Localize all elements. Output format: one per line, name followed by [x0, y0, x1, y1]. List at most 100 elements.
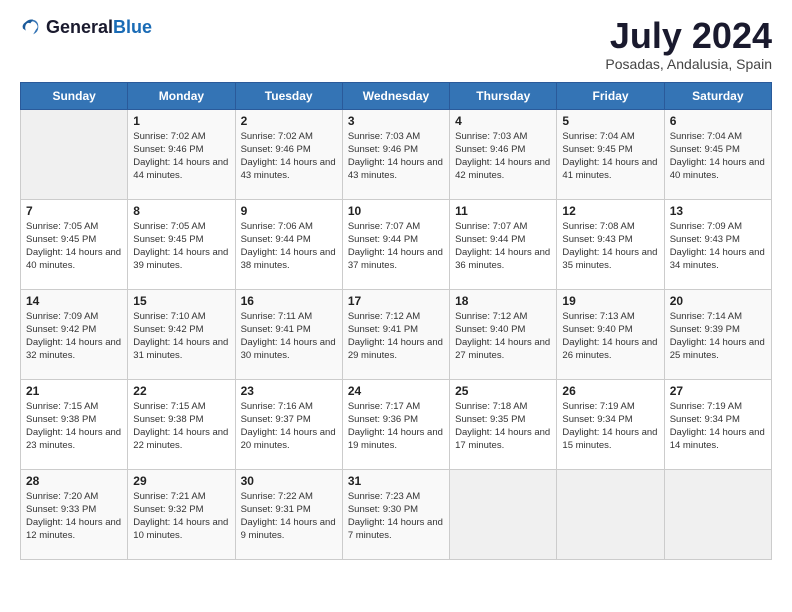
logo-general: General — [46, 17, 113, 37]
sunset-text: Sunset: 9:43 PM — [562, 234, 632, 245]
calendar-cell — [664, 469, 771, 559]
day-number: 29 — [133, 474, 229, 488]
day-info: Sunrise: 7:08 AM Sunset: 9:43 PM Dayligh… — [562, 220, 658, 273]
sunset-text: Sunset: 9:41 PM — [348, 324, 418, 335]
sunrise-text: Sunrise: 7:14 AM — [670, 311, 742, 322]
day-number: 26 — [562, 384, 658, 398]
calendar-cell: 6 Sunrise: 7:04 AM Sunset: 9:45 PM Dayli… — [664, 109, 771, 199]
sunset-text: Sunset: 9:44 PM — [455, 234, 525, 245]
calendar-cell: 9 Sunrise: 7:06 AM Sunset: 9:44 PM Dayli… — [235, 199, 342, 289]
day-number: 11 — [455, 204, 551, 218]
day-number: 1 — [133, 114, 229, 128]
day-info: Sunrise: 7:15 AM Sunset: 9:38 PM Dayligh… — [133, 400, 229, 453]
daylight-text: Daylight: 14 hours and 20 minutes. — [241, 427, 336, 451]
calendar-cell: 19 Sunrise: 7:13 AM Sunset: 9:40 PM Dayl… — [557, 289, 664, 379]
sunset-text: Sunset: 9:45 PM — [133, 234, 203, 245]
daylight-text: Daylight: 14 hours and 30 minutes. — [241, 337, 336, 361]
calendar-cell: 26 Sunrise: 7:19 AM Sunset: 9:34 PM Dayl… — [557, 379, 664, 469]
day-info: Sunrise: 7:17 AM Sunset: 9:36 PM Dayligh… — [348, 400, 444, 453]
daylight-text: Daylight: 14 hours and 43 minutes. — [241, 157, 336, 181]
day-info: Sunrise: 7:19 AM Sunset: 9:34 PM Dayligh… — [562, 400, 658, 453]
sunset-text: Sunset: 9:37 PM — [241, 414, 311, 425]
sunrise-text: Sunrise: 7:19 AM — [562, 401, 634, 412]
sunset-text: Sunset: 9:40 PM — [455, 324, 525, 335]
day-number: 16 — [241, 294, 337, 308]
day-number: 30 — [241, 474, 337, 488]
calendar-cell: 3 Sunrise: 7:03 AM Sunset: 9:46 PM Dayli… — [342, 109, 449, 199]
daylight-text: Daylight: 14 hours and 7 minutes. — [348, 517, 443, 541]
sunset-text: Sunset: 9:46 PM — [133, 144, 203, 155]
daylight-text: Daylight: 14 hours and 41 minutes. — [562, 157, 657, 181]
sunrise-text: Sunrise: 7:04 AM — [670, 131, 742, 142]
calendar-cell: 23 Sunrise: 7:16 AM Sunset: 9:37 PM Dayl… — [235, 379, 342, 469]
calendar-cell: 29 Sunrise: 7:21 AM Sunset: 9:32 PM Dayl… — [128, 469, 235, 559]
daylight-text: Daylight: 14 hours and 38 minutes. — [241, 247, 336, 271]
sunrise-text: Sunrise: 7:22 AM — [241, 491, 313, 502]
sunset-text: Sunset: 9:39 PM — [670, 324, 740, 335]
sunset-text: Sunset: 9:41 PM — [241, 324, 311, 335]
sunrise-text: Sunrise: 7:12 AM — [348, 311, 420, 322]
calendar-cell: 17 Sunrise: 7:12 AM Sunset: 9:41 PM Dayl… — [342, 289, 449, 379]
day-info: Sunrise: 7:02 AM Sunset: 9:46 PM Dayligh… — [241, 130, 337, 183]
sunrise-text: Sunrise: 7:17 AM — [348, 401, 420, 412]
day-info: Sunrise: 7:20 AM Sunset: 9:33 PM Dayligh… — [26, 490, 122, 543]
day-number: 18 — [455, 294, 551, 308]
calendar-cell: 16 Sunrise: 7:11 AM Sunset: 9:41 PM Dayl… — [235, 289, 342, 379]
daylight-text: Daylight: 14 hours and 36 minutes. — [455, 247, 550, 271]
weekday-header-friday: Friday — [557, 82, 664, 109]
calendar-cell: 21 Sunrise: 7:15 AM Sunset: 9:38 PM Dayl… — [21, 379, 128, 469]
calendar-cell: 18 Sunrise: 7:12 AM Sunset: 9:40 PM Dayl… — [450, 289, 557, 379]
sunset-text: Sunset: 9:38 PM — [133, 414, 203, 425]
calendar-cell: 22 Sunrise: 7:15 AM Sunset: 9:38 PM Dayl… — [128, 379, 235, 469]
day-number: 3 — [348, 114, 444, 128]
calendar-cell: 20 Sunrise: 7:14 AM Sunset: 9:39 PM Dayl… — [664, 289, 771, 379]
sunset-text: Sunset: 9:46 PM — [348, 144, 418, 155]
sunset-text: Sunset: 9:34 PM — [670, 414, 740, 425]
calendar-cell: 8 Sunrise: 7:05 AM Sunset: 9:45 PM Dayli… — [128, 199, 235, 289]
sunrise-text: Sunrise: 7:15 AM — [133, 401, 205, 412]
daylight-text: Daylight: 14 hours and 15 minutes. — [562, 427, 657, 451]
day-number: 23 — [241, 384, 337, 398]
logo-text: GeneralBlue — [46, 17, 152, 38]
sunset-text: Sunset: 9:45 PM — [670, 144, 740, 155]
daylight-text: Daylight: 14 hours and 19 minutes. — [348, 427, 443, 451]
weekday-header-monday: Monday — [128, 82, 235, 109]
calendar-cell — [21, 109, 128, 199]
day-info: Sunrise: 7:19 AM Sunset: 9:34 PM Dayligh… — [670, 400, 766, 453]
sunset-text: Sunset: 9:31 PM — [241, 504, 311, 515]
daylight-text: Daylight: 14 hours and 10 minutes. — [133, 517, 228, 541]
calendar-cell: 28 Sunrise: 7:20 AM Sunset: 9:33 PM Dayl… — [21, 469, 128, 559]
calendar-cell — [450, 469, 557, 559]
calendar-cell: 7 Sunrise: 7:05 AM Sunset: 9:45 PM Dayli… — [21, 199, 128, 289]
calendar-cell: 25 Sunrise: 7:18 AM Sunset: 9:35 PM Dayl… — [450, 379, 557, 469]
calendar-cell: 14 Sunrise: 7:09 AM Sunset: 9:42 PM Dayl… — [21, 289, 128, 379]
logo: GeneralBlue — [20, 16, 152, 38]
calendar-table: SundayMondayTuesdayWednesdayThursdayFrid… — [20, 82, 772, 560]
weekday-header-tuesday: Tuesday — [235, 82, 342, 109]
daylight-text: Daylight: 14 hours and 37 minutes. — [348, 247, 443, 271]
day-number: 25 — [455, 384, 551, 398]
sunset-text: Sunset: 9:38 PM — [26, 414, 96, 425]
sunrise-text: Sunrise: 7:08 AM — [562, 221, 634, 232]
day-info: Sunrise: 7:10 AM Sunset: 9:42 PM Dayligh… — [133, 310, 229, 363]
day-number: 9 — [241, 204, 337, 218]
sunset-text: Sunset: 9:35 PM — [455, 414, 525, 425]
sunset-text: Sunset: 9:30 PM — [348, 504, 418, 515]
calendar-week-row: 1 Sunrise: 7:02 AM Sunset: 9:46 PM Dayli… — [21, 109, 772, 199]
sunrise-text: Sunrise: 7:09 AM — [26, 311, 98, 322]
sunrise-text: Sunrise: 7:11 AM — [241, 311, 313, 322]
day-info: Sunrise: 7:09 AM Sunset: 9:43 PM Dayligh… — [670, 220, 766, 273]
sunset-text: Sunset: 9:40 PM — [562, 324, 632, 335]
weekday-header-wednesday: Wednesday — [342, 82, 449, 109]
weekday-header-saturday: Saturday — [664, 82, 771, 109]
daylight-text: Daylight: 14 hours and 9 minutes. — [241, 517, 336, 541]
day-number: 17 — [348, 294, 444, 308]
sunset-text: Sunset: 9:33 PM — [26, 504, 96, 515]
day-number: 22 — [133, 384, 229, 398]
daylight-text: Daylight: 14 hours and 17 minutes. — [455, 427, 550, 451]
day-info: Sunrise: 7:02 AM Sunset: 9:46 PM Dayligh… — [133, 130, 229, 183]
day-info: Sunrise: 7:04 AM Sunset: 9:45 PM Dayligh… — [562, 130, 658, 183]
sunrise-text: Sunrise: 7:15 AM — [26, 401, 98, 412]
daylight-text: Daylight: 14 hours and 26 minutes. — [562, 337, 657, 361]
day-number: 28 — [26, 474, 122, 488]
